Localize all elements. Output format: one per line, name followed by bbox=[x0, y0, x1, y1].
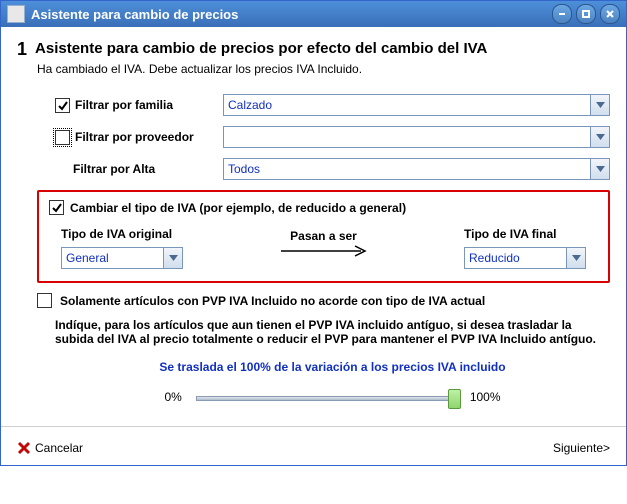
cancel-button[interactable]: Cancelar bbox=[17, 441, 83, 455]
slider-max-label: 100% bbox=[470, 390, 501, 404]
filter-provider-row: Filtrar por proveedor bbox=[55, 126, 610, 148]
slider-caption: Se traslada el 100% de la variación a lo… bbox=[55, 360, 610, 374]
only-pvp-label: Solamente artículos con PVP IVA Incluido… bbox=[60, 294, 485, 308]
filter-alta-select[interactable]: Todos bbox=[223, 158, 610, 180]
filter-family-row: Filtrar por familia Calzado bbox=[55, 94, 610, 116]
iva-change-label: Cambiar el tipo de IVA (por ejemplo, de … bbox=[70, 201, 406, 215]
filter-family-label: Filtrar por familia bbox=[75, 98, 173, 112]
step-title: Asistente para cambio de precios por efe… bbox=[35, 39, 487, 59]
iva-original-value: General bbox=[62, 251, 163, 265]
iva-link-text: Pasan a ser bbox=[290, 229, 357, 243]
arrow-right-icon bbox=[279, 245, 369, 257]
next-label: Siguiente> bbox=[553, 441, 610, 455]
filter-alta-value: Todos bbox=[224, 162, 590, 176]
cancel-icon bbox=[17, 441, 31, 455]
chevron-down-icon bbox=[590, 127, 609, 147]
slider-thumb[interactable] bbox=[448, 389, 461, 409]
chevron-down-icon bbox=[590, 95, 609, 115]
filter-provider-label: Filtrar por proveedor bbox=[75, 130, 194, 144]
filter-alta-row: Filtrar por Alta Todos bbox=[55, 158, 610, 180]
iva-original-label: Tipo de IVA original bbox=[61, 227, 183, 241]
iva-change-checkbox[interactable] bbox=[49, 200, 64, 215]
cancel-label: Cancelar bbox=[35, 441, 83, 455]
chevron-down-icon bbox=[590, 159, 609, 179]
step-subtitle: Ha cambiado el IVA. Debe actualizar los … bbox=[37, 62, 610, 76]
iva-original-select[interactable]: General bbox=[61, 247, 183, 269]
filter-provider-select[interactable] bbox=[223, 126, 610, 148]
filter-family-checkbox[interactable] bbox=[55, 98, 70, 113]
next-button[interactable]: Siguiente> bbox=[553, 441, 610, 455]
window-title: Asistente para cambio de precios bbox=[31, 7, 238, 22]
step-number: 1 bbox=[17, 39, 27, 60]
only-pvp-checkbox[interactable] bbox=[37, 293, 52, 308]
wizard-window: Asistente para cambio de precios 1 Asist… bbox=[0, 0, 627, 466]
iva-final-select[interactable]: Reducido bbox=[464, 247, 586, 269]
chevron-down-icon bbox=[566, 248, 585, 268]
title-bar: Asistente para cambio de precios bbox=[1, 1, 626, 27]
iva-change-section: Cambiar el tipo de IVA (por ejemplo, de … bbox=[37, 190, 610, 283]
app-icon bbox=[7, 5, 25, 23]
filter-family-select[interactable]: Calzado bbox=[223, 94, 610, 116]
slider-track[interactable] bbox=[196, 388, 456, 406]
explanation-text: Indíque, para los artículos que aun tien… bbox=[55, 318, 610, 346]
slider-min-label: 0% bbox=[164, 390, 181, 404]
filter-family-value: Calzado bbox=[224, 98, 590, 112]
maximize-button[interactable] bbox=[576, 4, 596, 24]
iva-final-value: Reducido bbox=[465, 251, 566, 265]
close-button[interactable] bbox=[600, 4, 620, 24]
percentage-slider: 0% 100% bbox=[55, 388, 610, 406]
filter-alta-label: Filtrar por Alta bbox=[73, 162, 155, 176]
filter-provider-checkbox[interactable] bbox=[55, 130, 70, 145]
chevron-down-icon bbox=[163, 248, 182, 268]
separator bbox=[1, 426, 626, 427]
iva-final-label: Tipo de IVA final bbox=[464, 227, 586, 241]
minimize-button[interactable] bbox=[552, 4, 572, 24]
